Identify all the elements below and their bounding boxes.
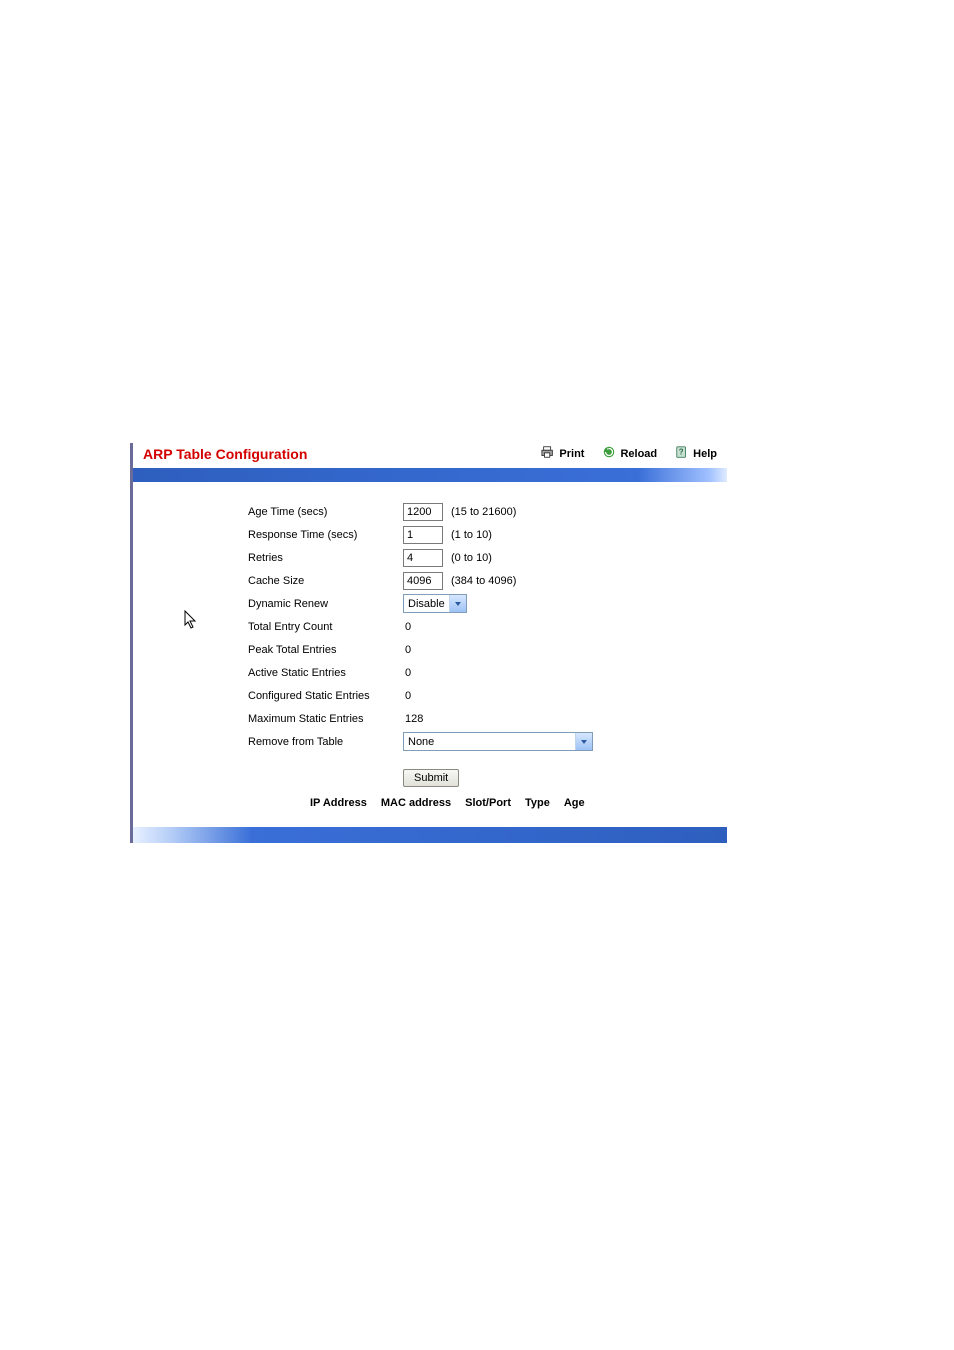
submit-button[interactable]: Submit [403,769,459,787]
chevron-down-icon [449,595,466,612]
col-mac-address: MAC address [381,797,451,809]
row-remove-from-table: Remove from Table None [248,730,717,753]
separator-bar-bottom [133,827,727,843]
config-window: ARP Table Configuration Print Reload [130,443,727,843]
select-remove-from-table-value: None [404,736,438,748]
page-title: ARP Table Configuration [143,446,541,462]
hint-cache-size: (384 to 4096) [451,575,516,587]
label-active-static-entries: Active Static Entries [248,667,403,679]
toolbar: Print Reload ? Help [541,445,717,462]
reload-icon [602,445,616,462]
hint-retries: (0 to 10) [451,552,492,564]
row-maximum-static-entries: Maximum Static Entries 128 [248,707,717,730]
label-maximum-static-entries: Maximum Static Entries [248,713,403,725]
page-container: ARP Table Configuration Print Reload [0,0,954,1350]
col-age: Age [564,797,585,809]
form-table: Age Time (secs) (15 to 21600) Response T… [248,500,717,753]
label-configured-static-entries: Configured Static Entries [248,690,403,702]
col-type: Type [525,797,550,809]
row-configured-static-entries: Configured Static Entries 0 [248,684,717,707]
header-row: ARP Table Configuration Print Reload [133,443,727,468]
col-slot-port: Slot/Port [465,797,511,809]
value-total-entry-count: 0 [403,621,411,633]
svg-text:?: ? [679,448,684,457]
label-response-time: Response Time (secs) [248,529,403,541]
label-dynamic-renew: Dynamic Renew [248,598,403,610]
select-dynamic-renew-value: Disable [404,598,449,610]
label-total-entry-count: Total Entry Count [248,621,403,633]
input-cache-size[interactable] [403,572,443,590]
select-dynamic-renew[interactable]: Disable [403,594,467,613]
row-age-time: Age Time (secs) (15 to 21600) [248,500,717,523]
print-icon [541,445,555,462]
row-response-time: Response Time (secs) (1 to 10) [248,523,717,546]
col-ip-address: IP Address [310,797,367,809]
content-area: Age Time (secs) (15 to 21600) Response T… [133,482,727,819]
row-dynamic-renew: Dynamic Renew Disable [248,592,717,615]
reload-label: Reload [620,448,657,460]
print-button[interactable]: Print [541,445,584,462]
hint-response-time: (1 to 10) [451,529,492,541]
row-total-entry-count: Total Entry Count 0 [248,615,717,638]
row-peak-total-entries: Peak Total Entries 0 [248,638,717,661]
help-label: Help [693,448,717,460]
value-active-static-entries: 0 [403,667,411,679]
label-cache-size: Cache Size [248,575,403,587]
help-icon: ? [675,445,689,462]
reload-button[interactable]: Reload [602,445,657,462]
cursor-icon [183,610,199,633]
label-peak-total-entries: Peak Total Entries [248,644,403,656]
input-age-time[interactable] [403,503,443,521]
value-peak-total-entries: 0 [403,644,411,656]
row-cache-size: Cache Size (384 to 4096) [248,569,717,592]
label-remove-from-table: Remove from Table [248,736,403,748]
submit-row: Submit [403,769,717,787]
arp-table-headers: IP Address MAC address Slot/Port Type Ag… [310,797,717,815]
help-button[interactable]: ? Help [675,445,717,462]
label-retries: Retries [248,552,403,564]
chevron-down-icon [575,733,592,750]
value-configured-static-entries: 0 [403,690,411,702]
print-label: Print [559,448,584,460]
label-age-time: Age Time (secs) [248,506,403,518]
separator-bar-top [133,468,727,482]
input-retries[interactable] [403,549,443,567]
row-retries: Retries (0 to 10) [248,546,717,569]
value-maximum-static-entries: 128 [403,713,423,725]
hint-age-time: (15 to 21600) [451,506,516,518]
input-response-time[interactable] [403,526,443,544]
select-remove-from-table[interactable]: None [403,732,593,751]
row-active-static-entries: Active Static Entries 0 [248,661,717,684]
